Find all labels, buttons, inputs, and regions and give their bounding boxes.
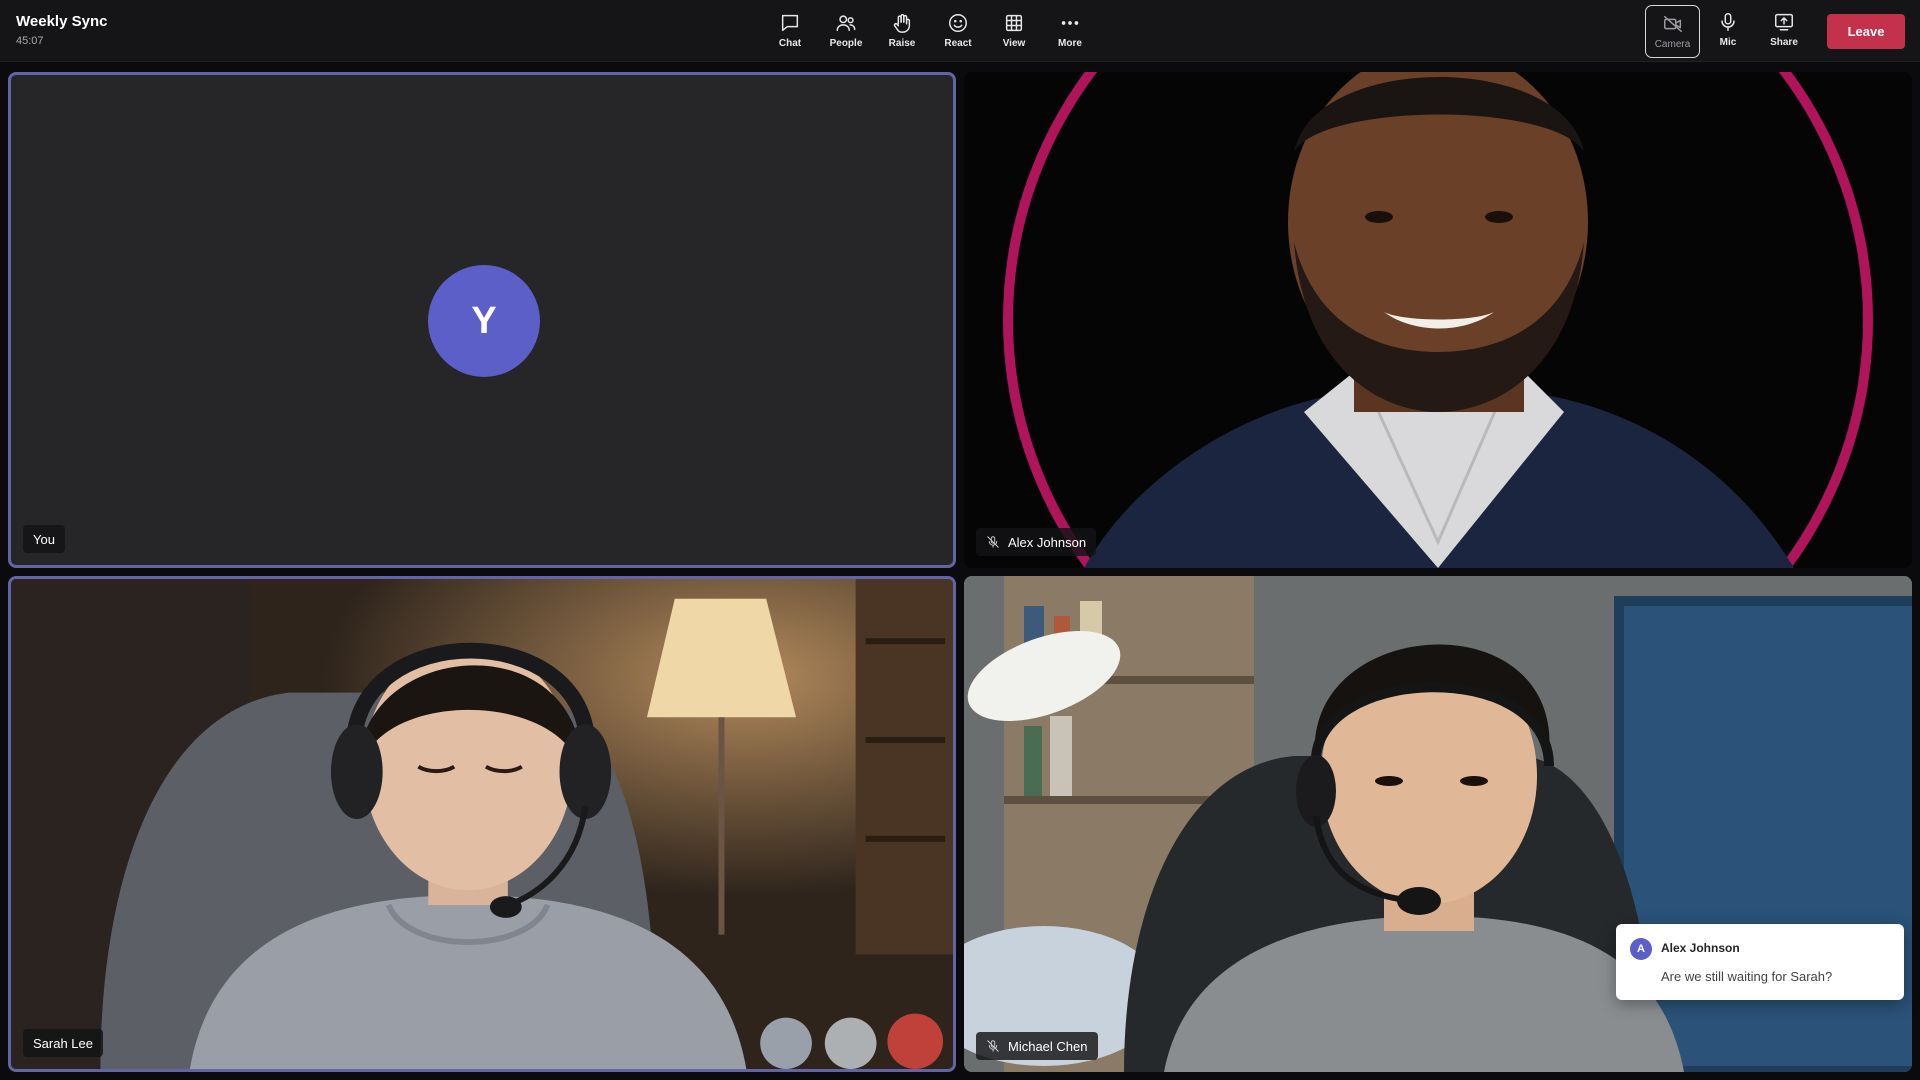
chat-button[interactable]: Chat [762,6,818,56]
device-toolbar: Camera Mic Share [1645,5,1812,58]
participant-name: You [33,531,55,547]
more-icon [1061,21,1079,25]
participant-name: Sarah Lee [33,1035,93,1051]
participant-name-tag: Sarah Lee [23,1029,103,1057]
share-screen-button[interactable]: Share [1756,5,1812,55]
participant-name-tag: You [23,525,65,553]
react-button[interactable]: React [930,6,986,56]
people-button[interactable]: People [818,6,874,56]
meeting-title: Weekly Sync [16,13,108,30]
meeting-toolbar: Chat People Raise React View More [762,6,1098,56]
toast-message-text: Are we still waiting for Sarah? [1661,969,1833,984]
participant-name: Michael Chen [1008,1038,1088,1054]
chat-label: Chat [778,38,802,49]
mic-toggle-button[interactable]: Mic [1700,5,1756,55]
leave-button[interactable]: Leave [1827,14,1905,49]
react-icon [949,14,967,32]
share-screen-icon [1775,13,1793,31]
chat-icon [781,14,799,32]
avatar: A [1630,938,1652,960]
chat-notification-toast[interactable]: A Alex Johnson Are we still waiting for … [1616,924,1904,1000]
raise-hand-button[interactable]: Raise [874,6,930,56]
camera-label: Camera [1654,38,1691,50]
more-label: More [1058,38,1082,49]
view-button[interactable]: View [986,6,1042,56]
mic-label: Mic [1719,37,1737,48]
camera-off-icon [1663,15,1682,32]
react-label: React [944,38,972,49]
participant-name: Alex Johnson [1008,534,1087,550]
people-icon [836,15,856,32]
people-label: People [829,38,863,49]
meeting-timer: 45:07 [16,35,44,47]
grid-view-icon [1005,14,1023,32]
mic-muted-icon [987,1040,999,1052]
raise-hand-icon [893,14,911,33]
participant-video-feed [964,72,1912,568]
meeting-info: Weekly Sync 45:07 [16,13,107,48]
participant-tile-you[interactable]: Y You [8,72,956,568]
toast-sender-name: Alex Johnson [1661,941,1740,955]
raise-label: Raise [888,38,916,49]
share-label: Share [1770,37,1798,48]
participant-tile-alex-johnson[interactable]: Alex Johnson [964,72,1912,568]
mic-muted-icon [987,536,999,548]
more-button[interactable]: More [1042,6,1098,56]
camera-toggle-button[interactable]: Camera [1645,5,1700,58]
avatar: Y [428,265,540,377]
participant-name-tag: Alex Johnson [976,528,1097,556]
mic-icon [1721,13,1735,31]
participant-video-feed [11,579,953,1069]
participant-tile-sarah-lee[interactable]: Sarah Lee [8,576,956,1072]
view-label: View [1002,38,1026,49]
meeting-topbar: Weekly Sync 45:07 Chat People Raise Reac… [0,0,1920,62]
participant-name-tag: Michael Chen [976,1032,1098,1060]
